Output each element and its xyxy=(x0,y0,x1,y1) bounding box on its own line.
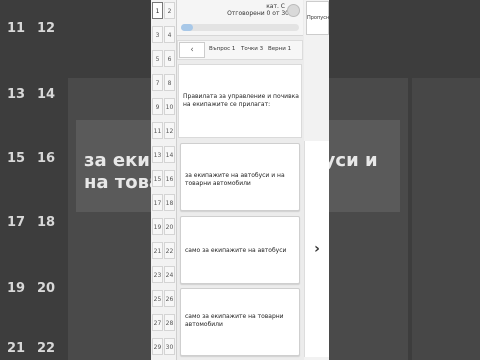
chevron-right-icon: › xyxy=(314,241,320,257)
question-number-row: 15 16 xyxy=(151,169,176,188)
question-number-cell[interactable]: 28 xyxy=(164,314,175,331)
question-number-row: 78 xyxy=(151,73,176,92)
background-number: 15 xyxy=(6,151,26,166)
question-number-cell[interactable]: 9 xyxy=(152,98,163,115)
question-number-cell[interactable]: 3 xyxy=(152,26,163,43)
question-number-cell[interactable]: 11 xyxy=(152,122,163,139)
question-number-cell[interactable]: 8 xyxy=(164,74,175,91)
background-number: 12 xyxy=(36,21,56,36)
answer-text: само за екипажите на товарни автомобили xyxy=(185,313,284,328)
background-number: 19 xyxy=(6,281,26,296)
question-number-cell[interactable]: 13 xyxy=(152,146,163,163)
question-number-cell[interactable]: 29 xyxy=(152,338,163,355)
question-number-cell[interactable]: 20 xyxy=(164,218,175,235)
question-number-row: 19 20 xyxy=(151,217,176,236)
progress-bar-fill xyxy=(181,24,193,31)
question-number-cell[interactable]: 10 xyxy=(164,98,175,115)
correct-count-label: Верни 1 xyxy=(268,46,292,52)
background-number-grid: 11 12 13 14 15 16 17 18 19 20 21 22 xyxy=(0,0,62,360)
answer-option[interactable]: само за екипажите на товарни автомобили xyxy=(180,288,300,356)
question-number-cell[interactable]: 17 xyxy=(152,194,163,211)
background-number: 11 xyxy=(6,21,26,36)
background-number: 18 xyxy=(36,215,56,230)
back-button[interactable]: ‹ xyxy=(179,42,205,58)
question-number-row: 11 12 xyxy=(151,121,176,140)
question-number-cell[interactable]: 1 xyxy=(152,2,163,19)
quiz-header: кат. С Отговорени 0 от 30 xyxy=(177,0,303,36)
question-number-row: 56 xyxy=(151,49,176,68)
question-number-cell[interactable]: 24 xyxy=(164,266,175,283)
skip-button[interactable]: Пропусни xyxy=(306,1,329,35)
question-number-cell[interactable]: 12 xyxy=(164,122,175,139)
question-number-column: 1 2 3 4 5 6 7 8 9 10 11 12 13 14 15 16 17 18 19 20 21 22 23 24 2… xyxy=(151,0,177,360)
background-number: 16 xyxy=(36,151,56,166)
progress-bar xyxy=(181,24,299,31)
background-number: 21 xyxy=(6,341,26,356)
question-number-cell[interactable]: 30 xyxy=(164,338,175,355)
question-number-cell[interactable]: 5 xyxy=(152,50,163,67)
question-number-cell[interactable]: 16 xyxy=(164,170,175,187)
question-number-cell[interactable]: 4 xyxy=(164,26,175,43)
background-number: 17 xyxy=(6,215,26,230)
question-number-cell[interactable]: 15 xyxy=(152,170,163,187)
question-number-cell[interactable]: 26 xyxy=(164,290,175,307)
question-number-row: 9 10 xyxy=(151,97,176,116)
background-number: 13 xyxy=(6,87,26,102)
background-side-panel xyxy=(412,78,480,360)
question-number-cell[interactable]: 2 xyxy=(164,2,175,19)
question-number-row: 13 14 xyxy=(151,145,176,164)
question-number-cell[interactable]: 7 xyxy=(152,74,163,91)
avatar[interactable] xyxy=(287,4,300,17)
question-number-cell[interactable]: 23 xyxy=(152,266,163,283)
question-number-cell[interactable]: 25 xyxy=(152,290,163,307)
question-number-cell[interactable]: 19 xyxy=(152,218,163,235)
question-number-row: 17 18 xyxy=(151,193,176,212)
answer-option[interactable]: само за екипажите на автобуси xyxy=(180,216,300,284)
question-number-row: 34 xyxy=(151,25,176,44)
question-number-row: 21 22 xyxy=(151,241,176,260)
question-number-cell[interactable]: 22 xyxy=(164,242,175,259)
side-panel: Пропусни › xyxy=(304,0,329,360)
points-label: Точки 3 xyxy=(241,46,264,52)
chevron-left-icon: ‹ xyxy=(190,45,194,55)
question-text: Правилата за управление и почивка на еки… xyxy=(183,93,299,108)
answered-count: Отговорени 0 от 30 xyxy=(227,10,289,17)
phone-screen: 1 2 3 4 5 6 7 8 9 10 11 12 13 14 15 16 17 18 19 20 21 22 23 24 2… xyxy=(151,0,329,360)
question-card: Правилата за управление и почивка на еки… xyxy=(178,64,302,138)
answer-text: само за екипажите на автобуси xyxy=(185,247,287,254)
question-number-row: 25 26 xyxy=(151,289,176,308)
background-number: 14 xyxy=(36,87,56,102)
question-number-label: Въпрос 1 xyxy=(209,46,236,52)
question-number-row: 12 xyxy=(151,1,176,20)
question-nav-bar: ‹ Въпрос 1 Точки 3 Верни 1 xyxy=(177,40,303,60)
question-number-cell[interactable]: 27 xyxy=(152,314,163,331)
question-number-row: 29 30 xyxy=(151,337,176,356)
answer-option[interactable]: за екипажите на автобуси и на товарни ав… xyxy=(180,143,300,211)
background-number: 20 xyxy=(36,281,56,296)
question-number-cell[interactable]: 6 xyxy=(164,50,175,67)
question-number-row: 27 28 xyxy=(151,313,176,332)
background-number: 22 xyxy=(36,341,56,356)
answer-text: за екипажите на автобуси и на товарни ав… xyxy=(185,172,285,187)
quiz-main: кат. С Отговорени 0 от 30 ‹ Въпрос 1 Точ… xyxy=(177,0,303,360)
question-number-row: 23 24 xyxy=(151,265,176,284)
question-number-cell[interactable]: 14 xyxy=(164,146,175,163)
question-number-cell[interactable]: 18 xyxy=(164,194,175,211)
question-number-cell[interactable]: 21 xyxy=(152,242,163,259)
next-button[interactable]: › xyxy=(304,141,329,357)
category-label: кат. С xyxy=(266,3,285,10)
